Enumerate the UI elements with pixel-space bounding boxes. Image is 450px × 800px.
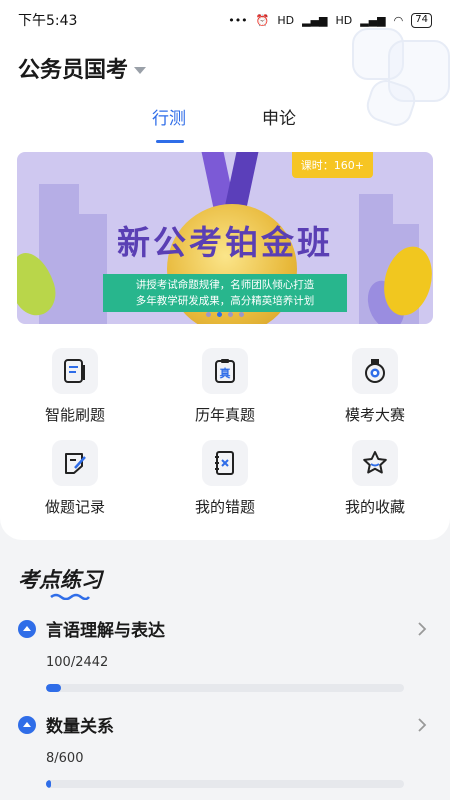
carousel-dot-active[interactable]	[217, 312, 222, 317]
topic-progress-bar	[46, 684, 404, 692]
more-dots-icon: •••	[228, 13, 248, 27]
caret-down-icon	[134, 66, 147, 74]
topic-name: 数量关系	[46, 717, 114, 737]
tab-xingce[interactable]: 行测	[152, 104, 186, 129]
banner-desc-line: 讲授考试命题规律，名师团队倾心打造	[135, 279, 315, 291]
favorites-button[interactable]: 我的收藏	[300, 440, 450, 530]
function-label: 智能刷题	[44, 406, 105, 424]
topic-row[interactable]: 言语理解与表达 100/2442	[18, 616, 432, 692]
topic-progress-bar	[46, 780, 404, 788]
mock-exam-medal-icon	[352, 348, 398, 394]
practice-title-text: 考点练习	[18, 568, 102, 592]
tab-active-indicator	[156, 140, 184, 143]
carousel-dot[interactable]	[206, 312, 211, 317]
wrong-questions-icon	[202, 440, 248, 486]
function-label: 做题记录	[44, 498, 105, 516]
topic-header: 言语理解与表达	[18, 616, 432, 641]
status-bar: 下午5:43 ••• ⏰ HD ▂▄▆ HD ▂▄▆ ◠ 74	[0, 0, 450, 40]
wifi-icon: ◠	[393, 13, 404, 27]
function-label: 我的错题	[194, 498, 255, 516]
function-label: 我的收藏	[344, 498, 405, 516]
carousel-dot[interactable]	[228, 312, 233, 317]
function-label: 模考大赛	[344, 406, 405, 424]
status-time: 下午5:43	[18, 13, 78, 29]
signal-bars-icon: ▂▄▆	[360, 13, 386, 27]
smart-practice-button[interactable]: 智能刷题	[0, 348, 150, 438]
past-papers-icon: 真	[202, 348, 248, 394]
topic-row[interactable]: 数量关系 8/600	[18, 712, 432, 788]
carousel-dot[interactable]	[239, 312, 244, 317]
status-icons: ••• ⏰ HD ▂▄▆ HD ▂▄▆ ◠ 74	[228, 12, 432, 28]
alarm-icon: ⏰	[255, 13, 270, 27]
favorites-star-icon	[352, 440, 398, 486]
topic-header: 数量关系	[18, 712, 432, 737]
exam-type-selector[interactable]: 公务员国考	[18, 52, 147, 84]
smart-practice-icon	[52, 348, 98, 394]
topic-progress-fill	[46, 684, 61, 692]
signal-label: HD	[277, 13, 295, 27]
practice-record-icon	[52, 440, 98, 486]
banner-desc-line: 多年教学研发成果，高分精英培养计划	[135, 295, 315, 307]
signal-bars-icon: ▂▄▆	[302, 13, 328, 27]
battery-icon: 74	[411, 12, 432, 28]
title-underline-wave	[50, 593, 90, 600]
expand-up-icon[interactable]	[18, 619, 36, 638]
svg-text:真: 真	[220, 366, 231, 380]
practice-record-button[interactable]: 做题记录	[0, 440, 150, 530]
wrong-questions-button[interactable]: 我的错题	[150, 440, 300, 530]
carousel-dots	[17, 312, 433, 317]
signal-label: HD	[335, 13, 353, 27]
banner-description: 讲授考试命题规律，名师团队倾心打造 多年教学研发成果，高分精英培养计划	[103, 274, 347, 312]
topic-progress-text: 8/600	[46, 751, 84, 766]
past-papers-button[interactable]: 真 历年真题	[150, 348, 300, 438]
topic-name: 言语理解与表达	[46, 621, 165, 641]
topic-progress-fill	[46, 780, 51, 788]
mock-exam-button[interactable]: 模考大赛	[300, 348, 450, 438]
top-card: 公务员国考 行测 申论 课时：160+ 新公考铂金班 讲授考试命题规律，名师团队…	[0, 0, 450, 540]
banner-title: 新公考铂金班	[117, 223, 333, 262]
tab-shenlun[interactable]: 申论	[262, 104, 296, 129]
expand-up-icon[interactable]	[18, 715, 36, 734]
exam-type-label: 公务员国考	[18, 58, 129, 83]
subject-tabs: 行测 申论	[0, 104, 450, 144]
chevron-right-icon[interactable]	[412, 715, 432, 735]
practice-section-title: 考点练习	[18, 564, 102, 600]
topic-progress-text: 100/2442	[46, 655, 109, 670]
banner-hours-tag: 课时：160+	[291, 152, 373, 178]
chevron-right-icon[interactable]	[412, 619, 432, 639]
promo-banner[interactable]: 课时：160+ 新公考铂金班 讲授考试命题规律，名师团队倾心打造 多年教学研发成…	[17, 152, 433, 324]
function-label: 历年真题	[194, 406, 255, 424]
